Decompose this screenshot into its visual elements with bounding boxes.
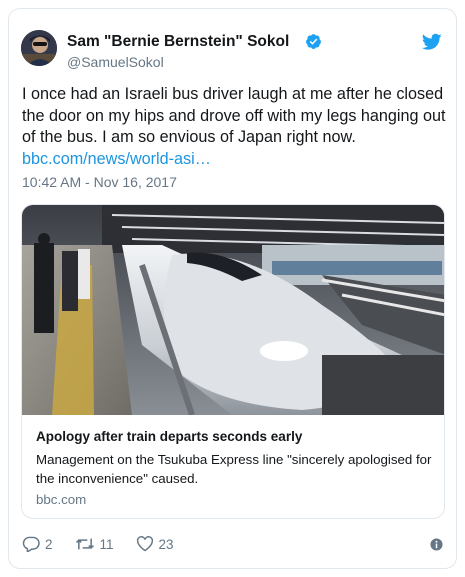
card-image xyxy=(22,205,444,415)
retweet-action[interactable]: 11 xyxy=(75,536,114,552)
tweet-link[interactable]: bbc.com/news/world-asi… xyxy=(22,150,211,168)
reply-action[interactable]: 2 xyxy=(22,536,53,552)
reply-count: 2 xyxy=(45,536,53,552)
embedded-tweet: Sam "Bernie Bernstein" Sokol @SamuelSoko… xyxy=(8,8,457,569)
like-icon xyxy=(136,536,153,552)
author-name[interactable]: Sam "Bernie Bernstein" Sokol xyxy=(67,33,289,51)
card-title[interactable]: Apology after train departs seconds earl… xyxy=(36,429,302,444)
retweet-icon xyxy=(75,538,94,550)
like-action[interactable]: 23 xyxy=(136,536,174,552)
verified-badge-icon xyxy=(306,34,321,49)
twitter-bird-icon[interactable] xyxy=(422,33,442,51)
info-icon[interactable] xyxy=(430,538,443,551)
like-count: 23 xyxy=(158,536,174,552)
tweet-timestamp[interactable]: 10:42 AM - Nov 16, 2017 xyxy=(22,174,177,190)
tweet-text: I once had an Israeli bus driver laugh a… xyxy=(22,84,447,170)
reply-icon xyxy=(22,536,40,552)
tweet-actions: 2 11 23 xyxy=(22,534,196,554)
card-domain: bbc.com xyxy=(36,492,87,507)
retweet-count: 11 xyxy=(99,536,114,552)
link-preview-card[interactable]: Apology after train departs seconds earl… xyxy=(21,204,445,519)
tweet-body: I once had an Israeli bus driver laugh a… xyxy=(22,85,446,146)
avatar[interactable] xyxy=(21,30,57,66)
author-handle[interactable]: @SamuelSokol xyxy=(67,54,164,70)
card-description: Management on the Tsukuba Express line "… xyxy=(36,452,432,486)
